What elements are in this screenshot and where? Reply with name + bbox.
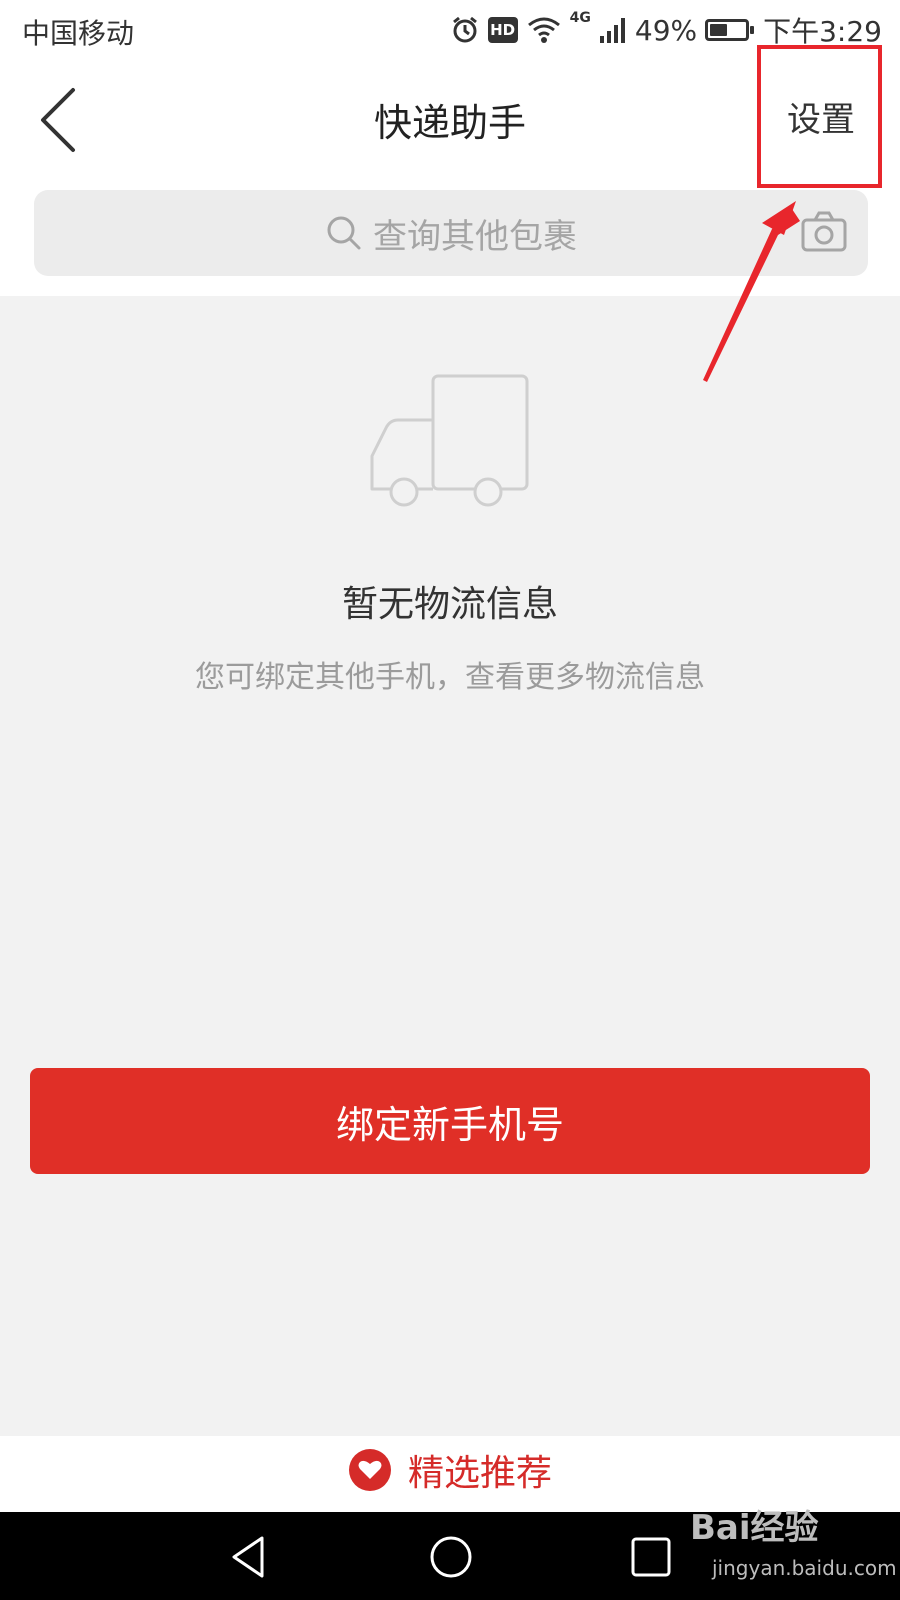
watermark-logo: Bai经验 [690,1508,819,1548]
annotation-arrow [703,201,800,382]
featured-tab[interactable]: 精选推荐 [0,1444,900,1496]
battery-icon [705,19,755,41]
battery-percent: 49% [634,13,698,47]
wifi-icon [527,17,560,43]
status-icons: HD 4G 49% 下午3:29 [450,10,882,50]
empty-title: 暂无物流信息 [341,584,558,625]
recents-square-icon[interactable] [628,1534,674,1580]
featured-label: 精选推荐 [407,1453,552,1494]
truck-icon [370,374,529,507]
back-triangle-icon[interactable] [226,1534,272,1580]
battery-fill [710,24,728,36]
bind-new-phone-button[interactable]: 绑定新手机号 [30,1068,870,1174]
watermark-url: jingyan.baidu.com [712,1556,897,1580]
search-icon [327,216,361,250]
home-circle-icon[interactable] [428,1534,474,1580]
clock: 下午3:29 [763,15,882,48]
alarm-icon [452,16,477,43]
network-type: 4G [569,10,591,26]
watermark: Bai经验 jingyan.baidu.com [690,1500,897,1600]
search-placeholder: 查询其他包裹 [373,216,577,257]
hd-badge: HD [487,17,518,43]
empty-subtitle: 您可绑定其他手机，查看更多物流信息 [195,660,705,695]
carrier-label: 中国移动 [22,17,135,50]
signal-icon [599,18,625,43]
settings-highlight-box [757,45,882,188]
heart-badge-icon [348,1449,391,1491]
